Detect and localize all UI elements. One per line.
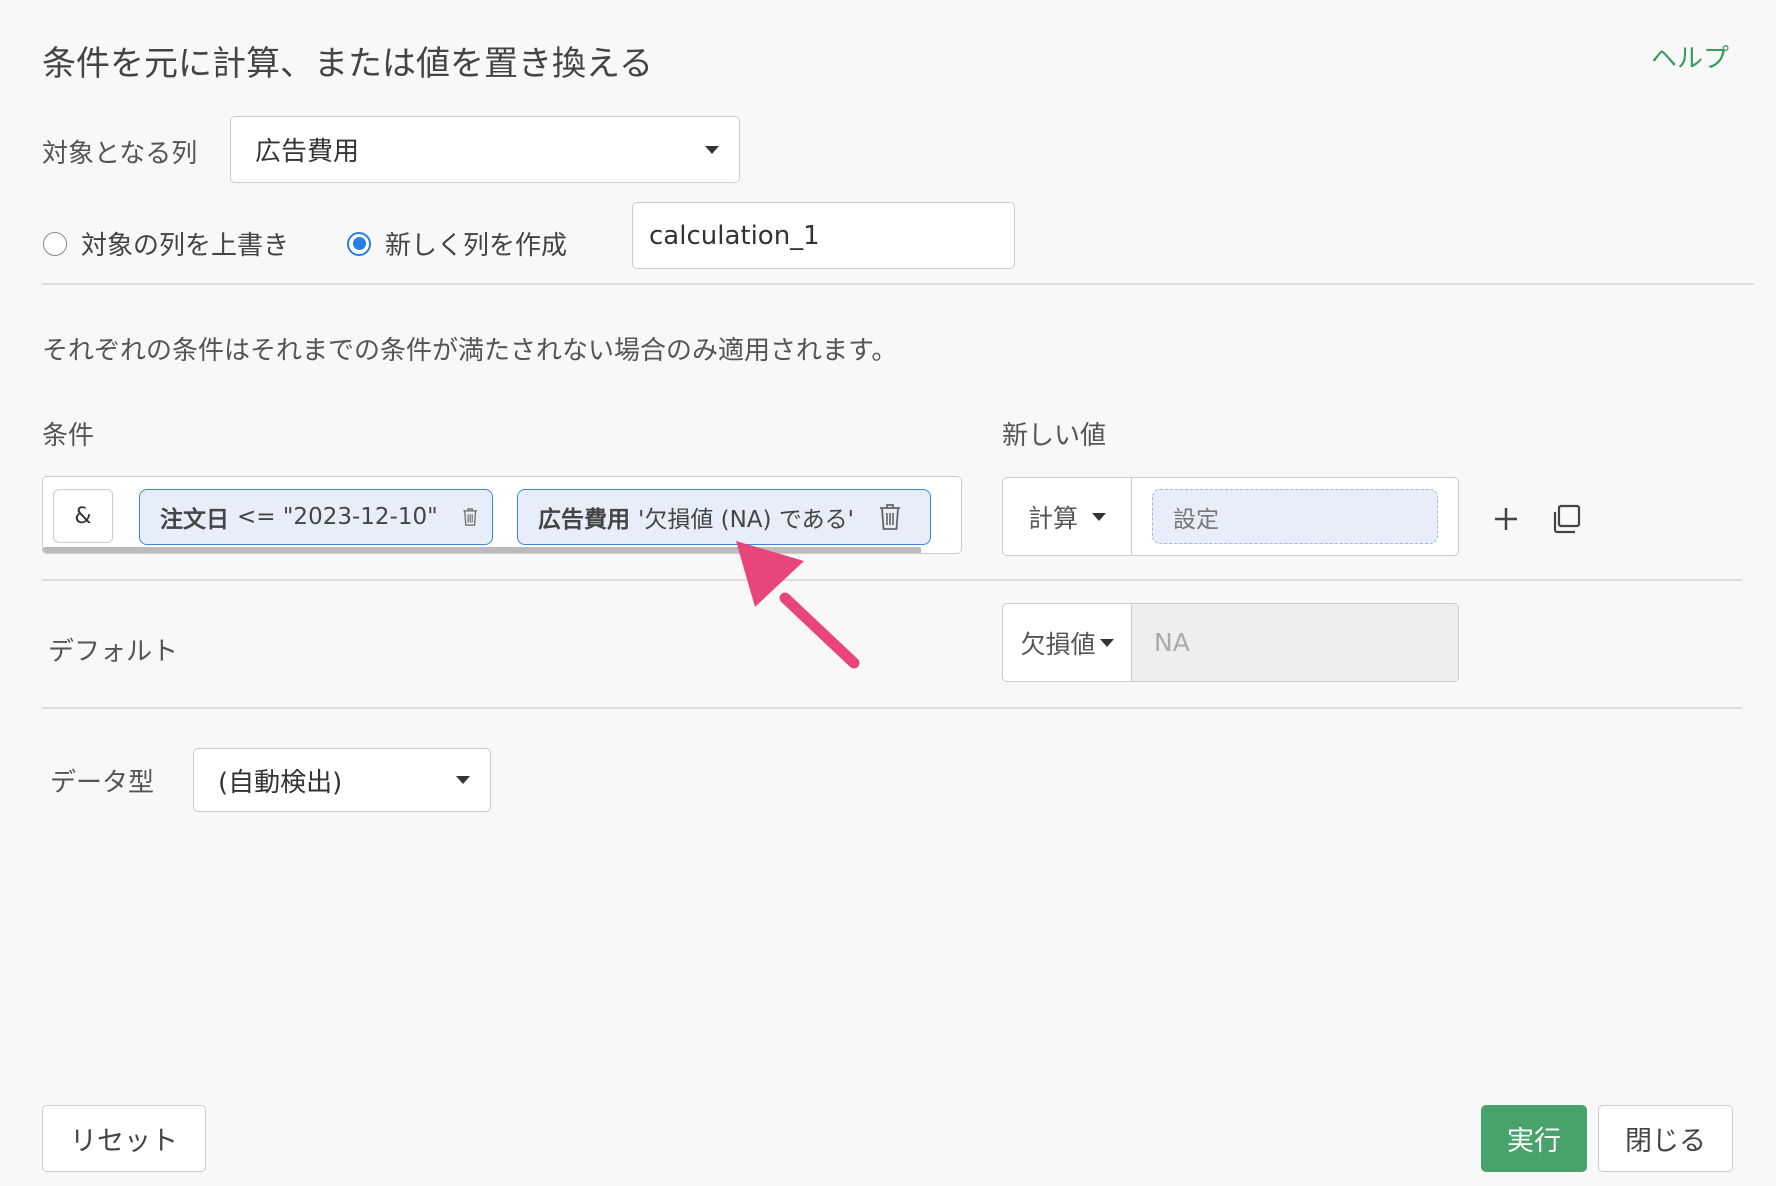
conditions-note: それぞれの条件はそれまでの条件が満たされない場合のみ適用されます。 — [42, 336, 898, 366]
radio-create-label: 新しく列を作成 — [385, 231, 568, 261]
default-type-select[interactable]: 欠損値 — [1003, 604, 1132, 681]
radio-overwrite[interactable]: 対象の列を上書き — [43, 225, 289, 262]
chevron-down-icon — [1092, 512, 1106, 521]
new-value-field-wrap: 設定 — [1132, 478, 1458, 555]
default-value-control: 欠損値 NA — [1002, 603, 1459, 682]
radio-overwrite-label: 対象の列を上書き — [81, 231, 290, 261]
default-label: デフォルト — [48, 637, 179, 667]
copy-icon[interactable] — [1550, 503, 1582, 535]
divider — [42, 707, 1742, 709]
new-value-type-select[interactable]: 計算 — [1003, 478, 1132, 555]
target-column-select[interactable]: 広告費用 — [230, 116, 740, 183]
reset-button[interactable]: リセット — [42, 1105, 206, 1172]
new-value-type-label: 計算 — [1027, 503, 1078, 533]
plus-icon[interactable] — [1492, 505, 1520, 533]
conditions-header: 条件 — [42, 421, 95, 451]
data-type-select[interactable]: (自動検出) — [193, 748, 491, 812]
chevron-down-icon — [1099, 638, 1114, 647]
help-link[interactable]: ヘルプ — [1651, 38, 1729, 75]
condition-chip-expression: <= "2023-12-10" — [237, 504, 438, 530]
condition-chip-column: 注文日 — [160, 507, 229, 533]
condition-chip-column: 広告費用 — [538, 507, 630, 533]
dialog-title: 条件を元に計算、または値を置き換える — [42, 44, 653, 84]
run-button[interactable]: 実行 — [1481, 1105, 1587, 1172]
new-value-setting-button[interactable]: 設定 — [1152, 489, 1438, 544]
radio-create[interactable]: 新しく列を作成 — [347, 225, 567, 262]
default-type-label: 欠損値 — [1020, 629, 1096, 659]
new-value-header: 新しい値 — [1002, 421, 1107, 451]
operator-button[interactable]: & — [53, 489, 113, 543]
condition-chip-expression: '欠損値 (NA) である' — [638, 507, 854, 533]
trash-icon[interactable] — [462, 503, 478, 531]
new-value-control: 計算 設定 — [1002, 477, 1459, 556]
annotation-arrow-icon — [736, 541, 860, 669]
data-type-value: (自動検出) — [218, 767, 343, 798]
radio-create-circle[interactable] — [347, 231, 371, 256]
radio-overwrite-circle[interactable] — [43, 231, 67, 256]
divider — [42, 283, 1754, 285]
condition-chip[interactable]: 注文日 <= "2023-12-10" — [139, 489, 493, 545]
data-type-label: データ型 — [50, 768, 155, 798]
condition-chip[interactable]: 広告費用 '欠損値 (NA) である' — [517, 489, 931, 545]
new-column-name-input[interactable]: calculation_1 — [632, 202, 1015, 269]
target-column-label: 対象となる列 — [42, 139, 198, 169]
chevron-down-icon — [456, 776, 470, 784]
divider — [42, 579, 1742, 581]
target-column-value: 広告費用 — [255, 137, 360, 167]
trash-icon[interactable] — [878, 503, 902, 531]
default-value-field: NA — [1132, 604, 1458, 681]
close-button[interactable]: 閉じる — [1598, 1105, 1733, 1172]
chevron-down-icon — [705, 145, 719, 154]
